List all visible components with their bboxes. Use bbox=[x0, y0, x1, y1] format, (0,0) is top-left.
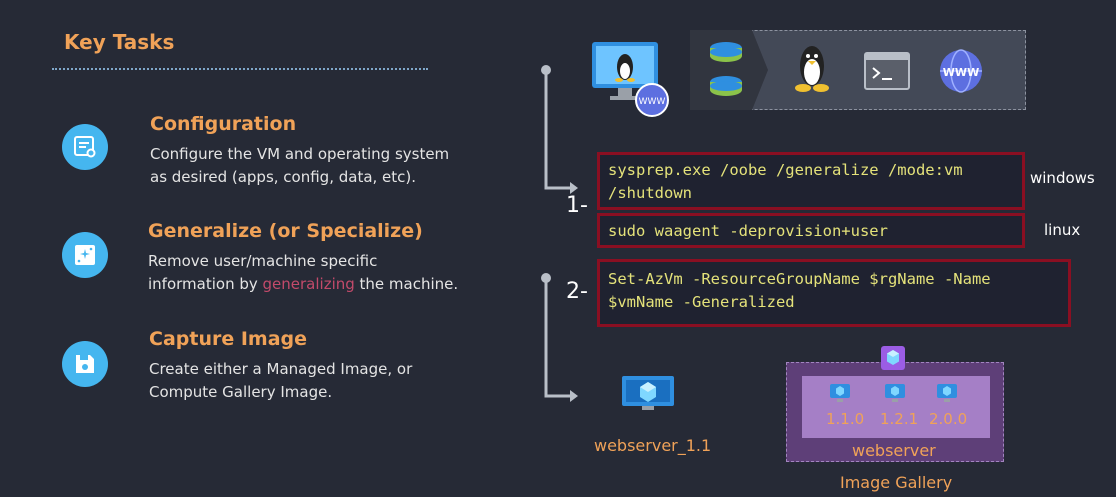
version-icon-2 bbox=[883, 382, 907, 408]
task-body-line: as desired (apps, config, data, etc). bbox=[150, 168, 417, 186]
linux-label: linux bbox=[1044, 221, 1081, 239]
task-body-line: Create either a Managed Image, or bbox=[149, 360, 413, 378]
terminal-icon bbox=[864, 52, 910, 94]
highlight-generalizing: generalizing bbox=[262, 275, 355, 293]
disk-stack-panel bbox=[690, 30, 770, 114]
command-line: $vmName -Generalized bbox=[608, 293, 795, 311]
vm-monitor-linux-icon: WWW bbox=[590, 40, 672, 122]
image-definition-label: webserver bbox=[852, 441, 936, 460]
save-disk-icon bbox=[62, 341, 108, 387]
version-icon-1 bbox=[828, 382, 852, 408]
step-number-2: 2- bbox=[566, 279, 588, 304]
image-name-label: webserver_1.1 bbox=[594, 436, 712, 455]
task-body-configuration: Configure the VM and operating system as… bbox=[150, 143, 449, 189]
command-line: /shutdown bbox=[608, 184, 692, 202]
www-globe-icon: WWW bbox=[938, 48, 984, 98]
task-body-generalize: Remove user/machine specific information… bbox=[148, 250, 458, 296]
command-line: sudo waagent -deprovision+user bbox=[608, 222, 888, 240]
configuration-icon bbox=[62, 124, 108, 170]
version-icon-3 bbox=[935, 382, 959, 408]
version-label: 2.0.0 bbox=[929, 410, 968, 428]
vm-image-icon bbox=[620, 374, 676, 418]
task-heading-configuration: Configuration bbox=[150, 113, 297, 135]
task-heading-capture: Capture Image bbox=[149, 328, 308, 350]
task-body-line: Remove user/machine specific bbox=[148, 252, 378, 270]
version-label: 1.2.1 bbox=[880, 410, 919, 428]
version-label: 1.1.0 bbox=[826, 410, 865, 428]
windows-label: windows bbox=[1030, 169, 1095, 187]
task-body-line: Compute Gallery Image. bbox=[149, 383, 333, 401]
svg-text:WWW: WWW bbox=[943, 66, 979, 79]
image-gallery-label: Image Gallery bbox=[840, 473, 953, 492]
page-title: Key Tasks bbox=[64, 30, 175, 54]
azure-generalize-command: Set-AzVm -ResourceGroupName $rgName -Nam… bbox=[597, 259, 1071, 327]
task-body-text: the machine. bbox=[354, 275, 459, 293]
gallery-icon bbox=[878, 343, 908, 377]
generalize-icon bbox=[62, 232, 108, 278]
command-line: Set-AzVm -ResourceGroupName $rgName -Nam… bbox=[608, 270, 991, 288]
command-line: sysprep.exe /oobe /generalize /mode:vm bbox=[608, 161, 963, 179]
task-body-text: information by bbox=[148, 275, 263, 293]
task-heading-generalize: Generalize (or Specialize) bbox=[148, 220, 423, 242]
task-body-line: information by generalizing the machine. bbox=[148, 273, 458, 296]
task-body-capture: Create either a Managed Image, or Comput… bbox=[149, 358, 412, 404]
linux-penguin-icon bbox=[790, 44, 834, 100]
windows-sysprep-command: sysprep.exe /oobe /generalize /mode:vm /… bbox=[597, 152, 1025, 210]
svg-text:WWW: WWW bbox=[639, 97, 666, 107]
step-number-1: 1- bbox=[566, 193, 588, 218]
task-body-line: Configure the VM and operating system bbox=[150, 145, 450, 163]
dotted-divider bbox=[52, 68, 428, 70]
linux-waagent-command: sudo waagent -deprovision+user bbox=[597, 213, 1025, 248]
